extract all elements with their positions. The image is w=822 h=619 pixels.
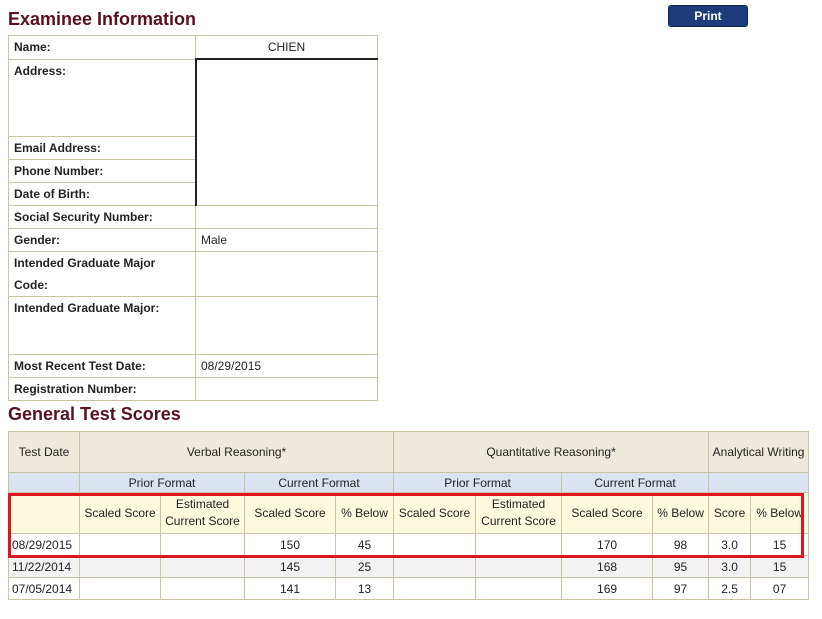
row-quant-pct-below: 97 <box>652 577 710 600</box>
verbal-pct-below-header: % Below <box>334 492 395 534</box>
verbal-current-format-header: Current Format <box>243 472 395 493</box>
row-date: 08/29/2015 <box>8 533 80 556</box>
verbal-prior-format-header: Prior Format <box>79 472 245 493</box>
row-analytical-score: 2.5 <box>708 577 752 600</box>
row-verbal-prior-scaled <box>79 555 161 578</box>
row-verbal-prior-scaled <box>79 577 161 600</box>
row-verbal-prior-estimated <box>160 577 245 600</box>
dob-label: Date of Birth: <box>8 181 196 206</box>
major-value <box>195 295 378 355</box>
examinee-information-title: Examinee Information <box>8 9 197 29</box>
major-row: Intended Graduate Major: <box>8 295 378 355</box>
verbal-scaled-header: Scaled Score <box>244 492 336 534</box>
major-code-row: Intended Graduate Major Code: <box>8 250 378 297</box>
verbal-header: Verbal Reasoning* <box>78 431 395 473</box>
name-value: CHIEN <box>195 35 378 60</box>
gender-row: Gender: Male <box>8 227 378 252</box>
row-analytical-score: 3.0 <box>708 533 752 556</box>
score-header-row-2: Prior Format Current Format Prior Format… <box>8 472 810 493</box>
row-quant-pct-below: 98 <box>652 533 710 556</box>
phone-label: Phone Number: <box>8 158 196 183</box>
table-row: 08/29/2015 150 45 170 98 3.0 15 <box>8 533 810 556</box>
analytical-blank-header <box>708 472 810 493</box>
row-verbal-scaled: 141 <box>244 577 336 600</box>
test-date-row: Most Recent Test Date: 08/29/2015 <box>8 353 378 378</box>
analytical-header: Analytical Writing <box>708 431 810 473</box>
registration-row: Registration Number: <box>8 376 378 401</box>
row-verbal-scaled: 150 <box>244 533 336 556</box>
general-test-scores-title: General Test Scores <box>8 404 181 424</box>
table-row: 11/22/2014 145 25 168 95 3.0 15 <box>8 555 810 578</box>
ssn-row: Social Security Number: <box>8 204 378 229</box>
quant-header: Quantitative Reasoning* <box>393 431 710 473</box>
gender-label: Gender: <box>8 227 196 252</box>
examinee-info-table: Name: CHIEN Address: Email Address: Phon… <box>8 35 378 401</box>
row-quant-scaled: 170 <box>561 533 654 556</box>
gender-value: Male <box>195 227 378 252</box>
row-date: 07/05/2014 <box>8 577 80 600</box>
name-label: Name: <box>8 35 196 60</box>
blank-header-cell <box>8 492 80 534</box>
score-header-row-3: Scaled Score Estimated Current Score Sca… <box>8 492 810 534</box>
quant-scaled-header: Scaled Score <box>561 492 654 534</box>
major-label: Intended Graduate Major: <box>8 295 196 355</box>
row-verbal-pct-below: 13 <box>334 577 395 600</box>
address-label: Address: <box>8 58 196 137</box>
score-header-row-1: Test Date Verbal Reasoning* Quantitative… <box>8 431 810 473</box>
general-test-scores-table: Test Date Verbal Reasoning* Quantitative… <box>8 431 810 600</box>
row-quant-prior-estimated <box>475 533 563 556</box>
row-quant-scaled: 168 <box>561 555 654 578</box>
registration-label: Registration Number: <box>8 376 196 401</box>
table-row: 07/05/2014 141 13 169 97 2.5 07 <box>8 577 810 600</box>
verbal-prior-scaled-header: Scaled Score <box>79 492 161 534</box>
row-analytical-pct-below: 07 <box>750 577 810 600</box>
row-verbal-scaled: 145 <box>244 555 336 578</box>
quant-prior-scaled-header: Scaled Score <box>393 492 477 534</box>
major-code-label: Intended Graduate Major Code: <box>8 250 196 297</box>
verbal-prior-estimated-header: Estimated Current Score <box>160 492 245 534</box>
ssn-label: Social Security Number: <box>8 204 196 229</box>
row-quant-prior-scaled <box>393 577 477 600</box>
test-date-label: Most Recent Test Date: <box>8 353 196 378</box>
analytical-score-header: Score <box>708 492 752 534</box>
row-verbal-prior-estimated <box>160 555 245 578</box>
row-quant-prior-scaled <box>393 533 477 556</box>
email-label: Email Address: <box>8 135 196 160</box>
row-verbal-prior-scaled <box>79 533 161 556</box>
print-button[interactable]: Print <box>668 5 748 27</box>
test-date-header: Test Date <box>8 431 80 473</box>
row-quant-pct-below: 95 <box>652 555 710 578</box>
row-analytical-pct-below: 15 <box>750 533 810 556</box>
blank-header-cell <box>8 472 80 493</box>
row-quant-scaled: 169 <box>561 577 654 600</box>
test-date-value: 08/29/2015 <box>195 353 378 378</box>
quant-prior-estimated-header: Estimated Current Score <box>475 492 563 534</box>
row-verbal-prior-estimated <box>160 533 245 556</box>
analytical-pct-below-header: % Below <box>750 492 810 534</box>
row-analytical-pct-below: 15 <box>750 555 810 578</box>
registration-value <box>195 376 378 401</box>
address-row: Address: <box>8 58 378 206</box>
row-analytical-score: 3.0 <box>708 555 752 578</box>
row-date: 11/22/2014 <box>8 555 80 578</box>
quant-prior-format-header: Prior Format <box>393 472 563 493</box>
ssn-value <box>195 204 378 229</box>
major-code-value <box>195 250 378 297</box>
quant-current-format-header: Current Format <box>561 472 710 493</box>
row-quant-prior-estimated <box>475 577 563 600</box>
row-verbal-pct-below: 45 <box>334 533 395 556</box>
row-quant-prior-scaled <box>393 555 477 578</box>
contact-value-block <box>194 58 378 206</box>
name-row: Name: CHIEN <box>8 35 378 60</box>
row-verbal-pct-below: 25 <box>334 555 395 578</box>
row-quant-prior-estimated <box>475 555 563 578</box>
quant-pct-below-header: % Below <box>652 492 710 534</box>
